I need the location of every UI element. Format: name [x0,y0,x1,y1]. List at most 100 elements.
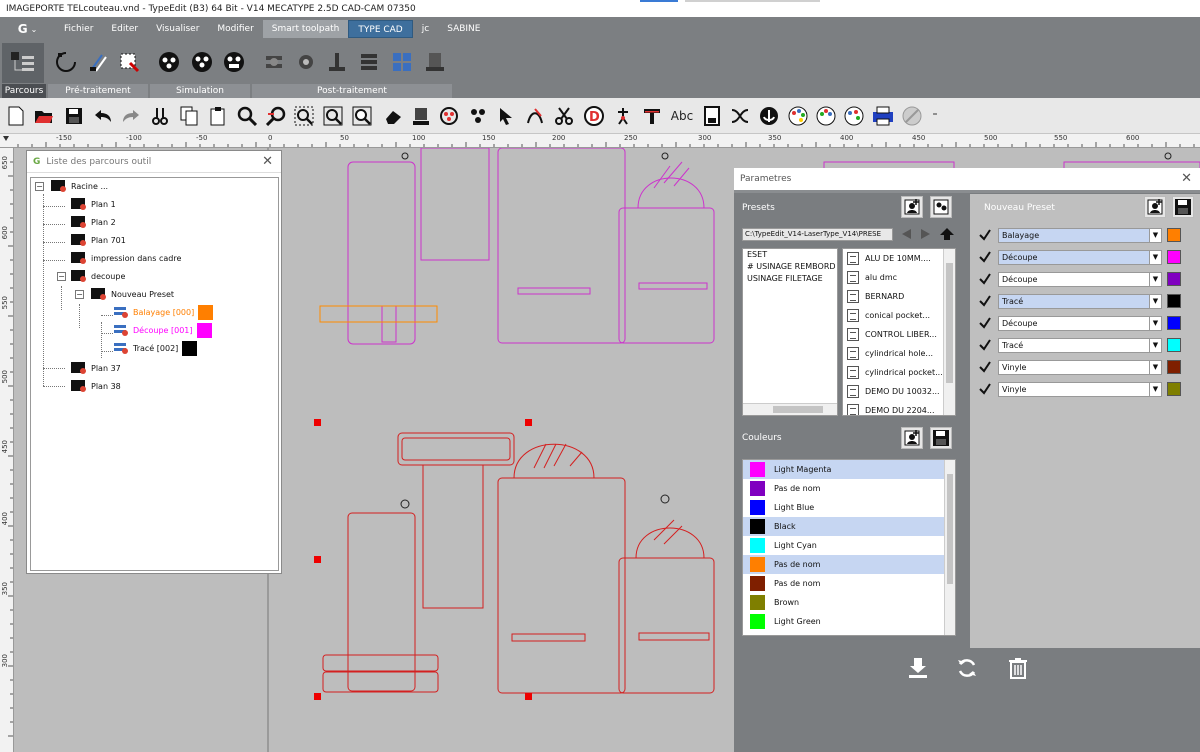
pin-icon[interactable] [612,105,634,127]
tree-node-plan-2[interactable]: Plan 2 [71,214,116,230]
palette-icon-2[interactable] [815,105,837,127]
color-list[interactable]: Light Magenta Pas de nom Light Blue Blac… [742,459,956,636]
gear-icon-2[interactable] [294,50,318,74]
zoom-icon[interactable] [236,105,258,127]
color-item[interactable]: Pas de nom [743,574,955,593]
apply-preset-button[interactable] [906,656,930,680]
list-item[interactable]: # USINAGE REMBORD [743,261,837,273]
tree-expander[interactable]: − [75,290,84,299]
menu-editer[interactable]: Editer [102,20,147,38]
tab-post-traitement[interactable]: Post-traitement [252,84,452,98]
list-item[interactable]: CONTROL LIBER... [843,325,955,344]
tree-node-decoupe-001[interactable]: Découpe [001] [113,322,212,338]
color-swatch[interactable] [1167,294,1181,308]
vertical-scrollbar[interactable] [944,460,955,635]
link-check-icon[interactable] [978,250,992,264]
select-arrow-icon[interactable] [495,105,517,127]
zoom-all-icon[interactable] [322,105,344,127]
color-swatch[interactable] [1167,250,1181,264]
tree-expander[interactable]: − [35,182,44,191]
color-item[interactable]: Light Magenta [743,460,955,479]
tab-pre-traitement[interactable]: Pré-traitement [48,84,148,98]
eraser-icon[interactable] [382,105,404,127]
add-color-button[interactable] [901,427,923,449]
machine-icon[interactable] [325,50,349,74]
list-item[interactable]: USINAGE FILETAGE [743,273,837,285]
layers-icon[interactable] [357,50,381,74]
list-item[interactable]: cylindrical hole... [843,344,955,363]
preset-file-list[interactable]: ALU DE 10MM.... alu dmc BERNARD conical … [842,248,956,416]
machine-tool-icon[interactable] [410,105,432,127]
operation-select[interactable]: Tracé ▼ [998,337,1162,353]
menu-type-cad[interactable]: TYPE CAD [348,20,413,38]
color-swatch[interactable] [1167,360,1181,374]
color-swatch[interactable] [1167,316,1181,330]
zoom-selection-icon[interactable] [351,105,373,127]
tab-simulation[interactable]: Simulation [150,84,250,98]
print-icon[interactable] [872,105,894,127]
arrow-right-icon[interactable] [919,227,933,241]
points-icon[interactable] [467,105,489,127]
text-d-icon[interactable]: D [583,105,605,127]
list-item[interactable]: BERNARD [843,287,955,306]
toolbar-more-icon[interactable]: ⁼ [928,105,942,127]
operation-select[interactable]: Découpe ▼ [998,249,1162,265]
menu-sabine[interactable]: SABINE [438,20,489,38]
color-item[interactable]: Light Blue [743,498,955,517]
list-item[interactable]: cylindrical pocket... [843,363,955,382]
vertical-scrollbar[interactable] [943,249,955,415]
list-item[interactable]: ALU DE 10MM.... [843,249,955,268]
tree-node-balayage[interactable]: Balayage [000] [113,304,214,320]
zoom-window-icon[interactable] [293,105,315,127]
color-swatch[interactable] [1167,228,1181,242]
scroll-thumb[interactable] [947,474,953,584]
anchor-icon[interactable] [758,105,780,127]
tree-node-trace[interactable]: Tracé [002] [113,340,198,356]
tree-node-impression[interactable]: impression dans cadre [71,250,181,266]
menu-visualiser[interactable]: Visualiser [147,20,208,38]
pocket-icon[interactable] [117,50,141,74]
scroll-thumb[interactable] [773,406,823,413]
list-item[interactable]: conical pocket... [843,306,955,325]
copy-icon[interactable] [178,105,200,127]
preset-folder-list[interactable]: ESET # USINAGE REMBORD USINAGE FILETAGE [742,248,838,416]
post-processor-icon[interactable] [423,50,447,74]
link-check-icon[interactable] [978,272,992,286]
operation-select[interactable]: Découpe ▼ [998,315,1162,331]
color-item[interactable]: Light Cyan [743,536,955,555]
list-item[interactable]: ESET [743,249,837,261]
tab-parcours[interactable]: Parcours [2,84,46,98]
operation-select[interactable]: Vinyle ▼ [998,381,1162,397]
paste-icon[interactable] [207,105,229,127]
tree-expander[interactable]: − [57,272,66,281]
color-swatch[interactable] [1167,338,1181,352]
color-item[interactable]: Brown [743,593,955,612]
add-preset-button[interactable] [901,196,923,218]
menu-modifier[interactable]: Modifier [208,20,262,38]
color-item[interactable]: Black [743,517,955,536]
spindle-icon[interactable] [438,105,460,127]
node-edit-icon[interactable] [524,105,546,127]
preset-path-input[interactable]: C:\TypeEdit_V14-LaserType_V14\PRESE [742,228,893,241]
text-t-icon[interactable] [641,105,663,127]
arrow-up-icon[interactable] [939,227,955,241]
link-check-icon[interactable] [978,294,992,308]
zoom-out-icon[interactable] [265,105,287,127]
link-check-icon[interactable] [978,360,992,374]
operation-select[interactable]: Découpe ▼ [998,271,1162,287]
list-item[interactable]: alu dmc [843,268,955,287]
color-item[interactable]: Pas de nom [743,479,955,498]
parcours-big-button[interactable] [2,43,44,83]
delete-button[interactable] [1006,656,1030,680]
operation-select[interactable]: Tracé ▼ [998,293,1162,309]
link-check-icon[interactable] [978,316,992,330]
tree-node-racine[interactable]: Racine ... [51,178,108,194]
list-item[interactable]: DEMO DU 2204... [843,401,955,415]
operation-select[interactable]: Vinyle ▼ [998,359,1162,375]
user-preset-button[interactable] [930,196,952,218]
save-colors-button[interactable] [930,427,952,449]
engrave-icon[interactable] [87,50,111,74]
disabled-palette-icon[interactable] [901,105,923,127]
add-preset-user-button[interactable] [1144,196,1166,218]
drill-icon-2[interactable] [190,50,214,74]
